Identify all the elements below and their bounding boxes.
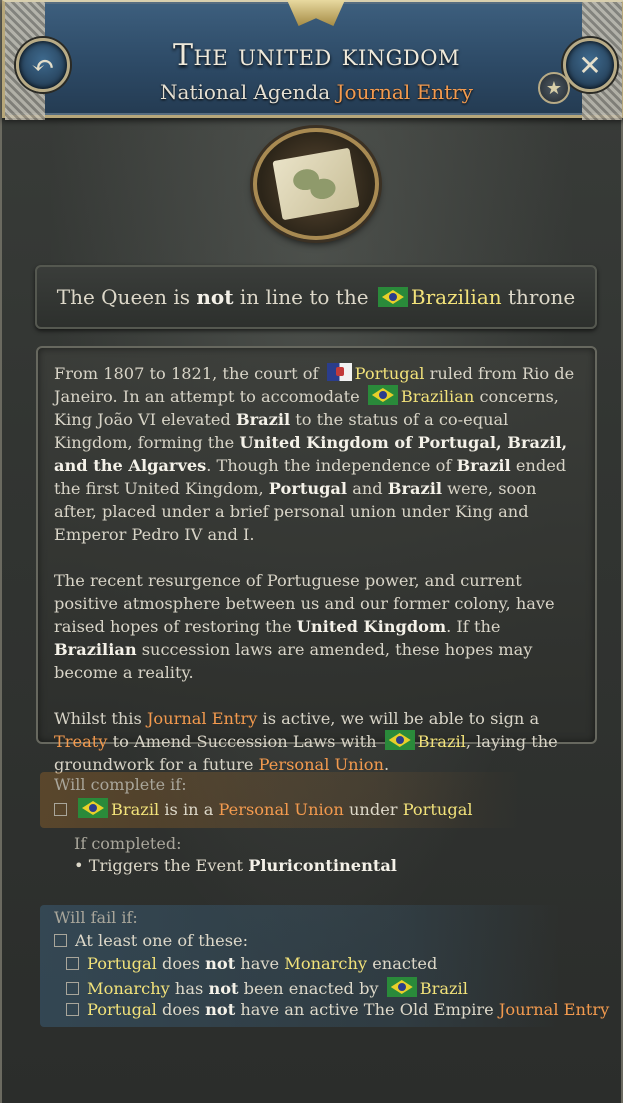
concept-link[interactable]: Brazil	[418, 732, 466, 751]
effect-text: • Triggers the Event	[74, 856, 244, 875]
concept-link[interactable]: Journal Entry	[499, 1000, 609, 1019]
emphasis-text: Brazil	[387, 479, 442, 498]
text-run: have	[235, 954, 285, 973]
brazil-flag-icon	[386, 977, 417, 997]
condition-checkbox	[54, 934, 67, 947]
completion-effect: • Triggers the Event Pluricontinental	[74, 856, 397, 875]
fail-condition: Portugal does not have an active The Old…	[66, 1000, 609, 1019]
status-text-3: throne	[508, 285, 576, 309]
text-run: to Amend Succession Laws with	[107, 732, 382, 751]
condition-checkbox	[54, 803, 67, 816]
status-text-2: in line to the	[239, 285, 369, 309]
status-banner: The Queen is not in line to the Brazilia…	[35, 265, 597, 329]
brazil-flag-icon	[384, 730, 415, 750]
condition-checkbox	[66, 957, 79, 970]
subtitle-prefix: National Agenda	[160, 80, 331, 104]
concept-link[interactable]: Journal Entry	[147, 709, 257, 728]
condition-checkbox	[66, 1003, 79, 1016]
complete-label: Will complete if:	[54, 775, 187, 794]
emphasis-text: Brazil	[456, 456, 511, 475]
concept-link[interactable]: Portugal	[403, 800, 473, 819]
back-button[interactable]: ↶	[16, 38, 70, 92]
map-icon	[272, 147, 360, 221]
condition-text: Portugal does not have an active The Old…	[87, 1000, 609, 1019]
condition-text: Brazil is in a Personal Union under Port…	[75, 798, 473, 819]
description-paragraph: From 1807 to 1821, the court of Portugal…	[54, 362, 579, 546]
crest-ornament	[287, 0, 345, 26]
journal-emblem	[253, 128, 379, 240]
concept-link[interactable]: Monarchy	[284, 954, 367, 973]
fail-condition: Monarchy has not been enacted by Brazil	[66, 977, 468, 998]
complete-condition: Brazil is in a Personal Union under Port…	[54, 798, 473, 819]
text-run: under	[343, 800, 403, 819]
text-run: have an active The Old Empire	[235, 1000, 499, 1019]
undo-arrow-icon: ↶	[31, 48, 55, 82]
concept-link[interactable]: Portugal	[87, 1000, 157, 1019]
status-not: not	[196, 285, 234, 309]
emphasis-text: not	[208, 979, 239, 998]
description-paragraph: The recent resurgence of Portuguese powe…	[54, 569, 579, 684]
brazil-flag-icon	[367, 385, 398, 405]
text-run: . Though the independence of	[206, 456, 457, 475]
close-x-icon: ✕	[578, 48, 602, 82]
emphasis-text: Brazilian	[54, 640, 137, 659]
favorite-button[interactable]: ★	[538, 72, 570, 104]
concept-link[interactable]: Monarchy	[87, 979, 170, 998]
concept-link[interactable]: Portugal	[87, 954, 157, 973]
text-run: . If the	[446, 617, 501, 636]
emphasis-text: United Kingdom	[296, 617, 447, 636]
condition-text: Monarchy has not been enacted by Brazil	[87, 977, 468, 998]
emphasis-text: Brazil	[235, 410, 291, 429]
emphasis-text: not	[205, 954, 236, 973]
brazil-flag-icon	[377, 287, 408, 307]
fail-condition: Portugal does not have Monarchy enacted	[66, 954, 437, 973]
description-box: From 1807 to 1821, the court of Portugal…	[36, 346, 597, 774]
close-button[interactable]: ✕	[563, 38, 617, 92]
concept-link[interactable]: Brazilian	[401, 387, 474, 406]
portugal-flag-icon	[326, 363, 352, 381]
condition-checkbox	[66, 982, 79, 995]
fail-group: At least one of these:	[54, 931, 248, 950]
emphasis-text: Portugal	[268, 479, 348, 498]
text-run: Whilst this	[54, 709, 147, 728]
text-run: been enacted by	[238, 979, 384, 998]
text-run: and	[347, 479, 388, 498]
brazil-flag-icon	[78, 798, 108, 818]
fail-label: Will fail if:	[54, 908, 138, 927]
condition-text: Portugal does not have Monarchy enacted	[87, 954, 437, 973]
subtitle-journal-entry-link[interactable]: Journal Entry	[337, 80, 473, 104]
journal-entry-panel: The united kingdom National Agenda Journ…	[0, 0, 623, 1103]
event-link[interactable]: Pluricontinental	[248, 856, 397, 875]
status-text-1: The Queen is	[56, 285, 191, 309]
concept-link[interactable]: Brazil	[420, 979, 468, 998]
text-run: has	[169, 979, 209, 998]
concept-link[interactable]: Treaty	[54, 732, 107, 751]
concept-link[interactable]: Personal Union	[219, 800, 344, 819]
status-country-link[interactable]: Brazilian	[411, 285, 502, 309]
text-run: does	[156, 1000, 206, 1019]
page-title: The united kingdom	[173, 38, 460, 73]
concept-link[interactable]: Brazil	[111, 800, 159, 819]
text-run: From 1807 to 1821, the court of	[54, 364, 324, 383]
text-run: enacted	[367, 954, 438, 973]
header-banner: The united kingdom National Agenda Journ…	[2, 0, 623, 120]
text-run: is in a	[159, 800, 219, 819]
concept-link[interactable]: Portugal	[355, 364, 425, 383]
if-completed-label: If completed:	[74, 834, 182, 853]
fail-group-text: At least one of these:	[75, 931, 249, 950]
text-run: is active, we will be able to sign a	[257, 709, 540, 728]
page-subtitle: National Agenda Journal Entry	[5, 80, 623, 104]
star-icon: ★	[545, 77, 563, 99]
description-paragraph: Whilst this Journal Entry is active, we …	[54, 707, 579, 776]
text-run: does	[156, 954, 206, 973]
emphasis-text: not	[205, 1000, 236, 1019]
